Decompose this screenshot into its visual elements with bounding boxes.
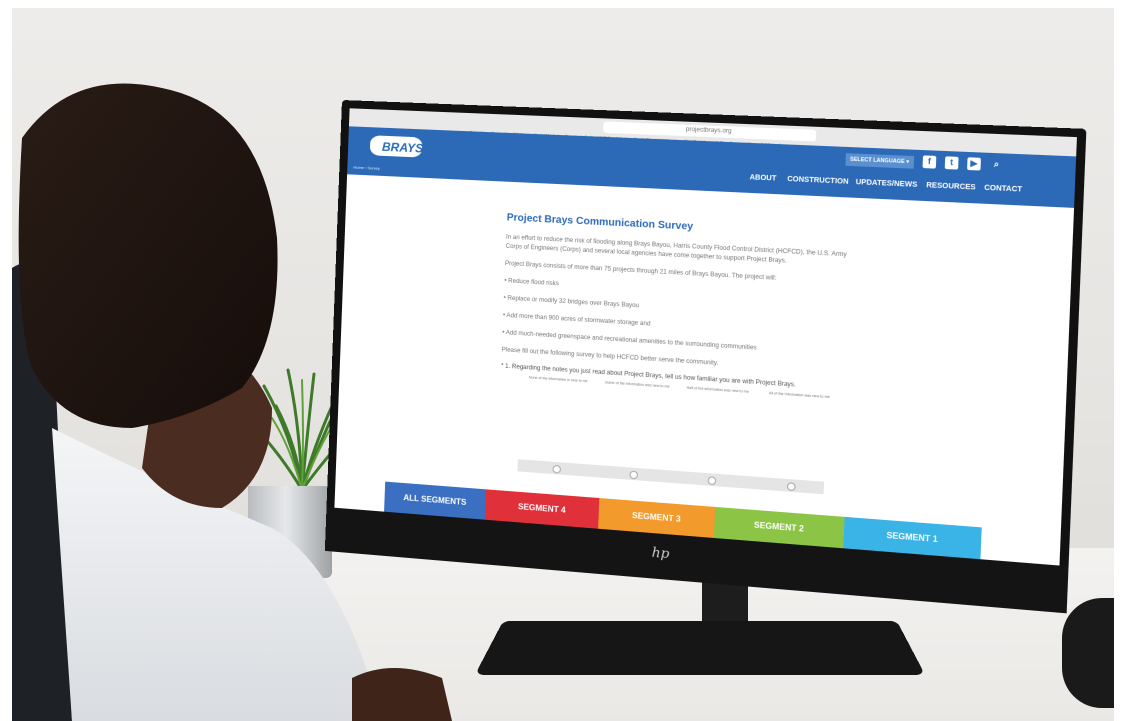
option-label: Half of the information was new to me — [686, 385, 750, 394]
nav-updates-news[interactable]: UPDATES/NEWS — [856, 179, 918, 189]
nav-construction[interactable]: CONSTRUCTION — [787, 176, 849, 186]
nav-resources[interactable]: RESOURCES — [926, 182, 976, 192]
facebook-icon[interactable]: f — [922, 155, 937, 169]
option-label: Some of the information was new to me — [605, 380, 670, 389]
radio-option-2[interactable] — [629, 470, 639, 480]
tab-label: SEGMENT 4 — [517, 501, 566, 515]
radio-option-1[interactable] — [552, 464, 562, 474]
youtube-icon[interactable]: ▶ — [967, 157, 981, 171]
survey-content: Project Brays Communication Survey In an… — [501, 212, 867, 401]
option-label: None of the information is new to me — [528, 375, 588, 384]
headphones — [1062, 598, 1114, 708]
person — [12, 83, 452, 721]
twitter-icon[interactable]: t — [944, 156, 959, 170]
nav-contact[interactable]: CONTACT — [984, 185, 1022, 194]
tab-label: SEGMENT 1 — [886, 530, 938, 545]
hp-logo: hp — [651, 545, 670, 563]
select-language-button[interactable]: SELECT LANGUAGE ▾ — [845, 153, 914, 169]
monitor-stand-base — [474, 620, 926, 675]
office-photo: projectbrays.org Zoom Lean Counseling CC… — [12, 8, 1114, 721]
search-icon[interactable]: ⌕ — [989, 158, 1003, 171]
survey-radio-row — [517, 459, 825, 495]
tab-label: SEGMENT 3 — [631, 510, 681, 524]
photo-scene: projectbrays.org Zoom Lean Counseling CC… — [0, 0, 1126, 721]
option-label: All of the information was new to me — [768, 391, 830, 400]
radio-option-4[interactable] — [786, 482, 796, 492]
radio-option-3[interactable] — [707, 476, 717, 486]
tab-label: SEGMENT 2 — [753, 520, 805, 534]
nav-about[interactable]: ABOUT — [749, 174, 776, 182]
